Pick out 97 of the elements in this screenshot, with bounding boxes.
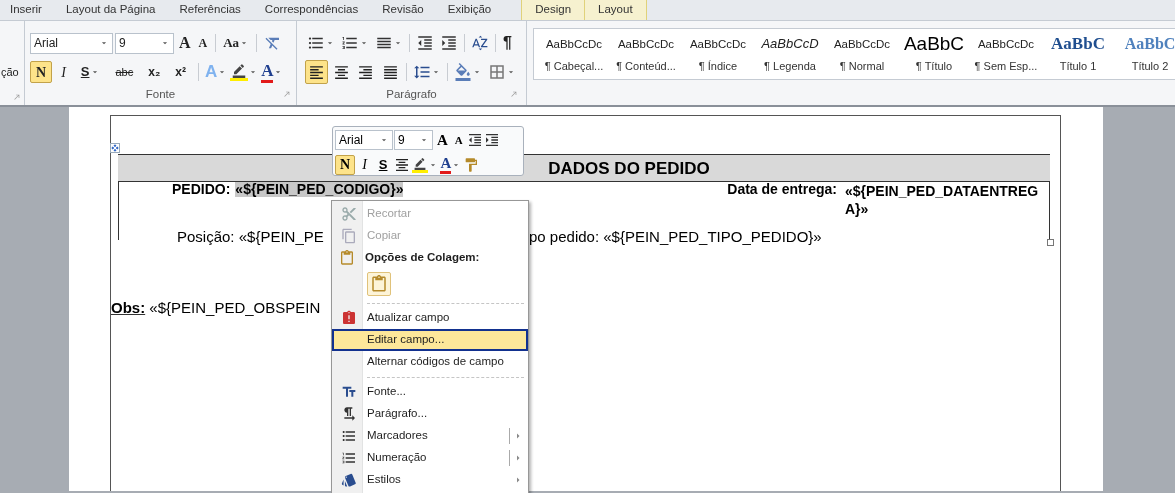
ribbon-tab[interactable]: Revisão [382,0,424,20]
clipboard-icon [370,275,388,293]
clipboard-icon [338,250,355,266]
font-color-button[interactable]: A [261,61,284,83]
merge-field: «${PEIN_PED_DATAENTREGA}» [845,182,1045,218]
style-item[interactable]: AaBbCcDc ¶ Conteúd... [610,29,682,79]
style-item[interactable]: AaBbCcD ¶ Legenda [754,29,826,79]
menu-item[interactable]: Editar campo... [332,329,528,351]
table-move-handle-icon[interactable] [110,143,120,153]
style-item[interactable]: AaBbCcDc ¶ Sem Esp... [970,29,1042,79]
style-item[interactable]: AaBbC Título 1 [1042,29,1114,79]
group-label: Parágrafo [386,86,437,102]
grow-font-button[interactable]: A [176,31,194,55]
change-case-button[interactable]: Aa [221,33,252,53]
italic-button[interactable]: I [357,154,372,175]
font-name-field[interactable]: Arial [30,32,113,54]
style-item[interactable]: AaBbC ¶ Título [898,29,970,79]
align-right-icon [357,63,375,81]
field-text: po pedido: «${PEIN_PED_TIPO_PEDIDO}» [529,227,822,247]
menu-label: Atualizar campo [367,311,450,324]
style-item[interactable]: AaBbC Título 2 [1114,29,1175,79]
grow-font-button[interactable]: A [434,129,451,152]
font-size-field[interactable]: 9 [394,130,433,151]
style-item[interactable]: AaBbCcDc ¶ Normal [826,29,898,79]
ribbon-tab[interactable]: Design [521,0,586,20]
scissors-icon [340,206,357,222]
menu-label: Fonte... [367,385,406,398]
group-label: Fonte [145,86,176,102]
menu-label: Editar campo... [367,333,445,346]
align-left-button[interactable] [305,60,328,84]
menu-label: Alternar códigos de campo [367,355,504,368]
numbered-list-icon [341,34,359,52]
paint-bucket-icon [454,63,472,81]
menu-label: Numeração [367,451,427,464]
highlighter-icon [230,63,249,81]
align-center-icon [332,63,350,81]
bold-button[interactable]: N [30,61,53,83]
shrink-font-button[interactable]: A [451,132,466,149]
font-name-field[interactable]: Arial [335,130,393,151]
style-item[interactable]: AaBbCcDc ¶ Cabeçal... [538,29,610,79]
copy-icon [340,228,357,244]
menu-item[interactable]: Numeração [332,447,528,469]
field-label: Data de entrega: [727,182,837,197]
ribbon-tab[interactable]: Referências [179,0,241,20]
menu-label: Copiar [367,229,401,242]
menu-item[interactable]: Atualizar campo [332,307,528,329]
show-marks-button[interactable]: ¶ [500,31,515,55]
ribbon-tab[interactable]: Correspondências [264,0,359,20]
style-icon [340,472,357,488]
menu-item[interactable]: Alternar códigos de campo [332,351,528,373]
menu-label: Marcadores [367,429,428,442]
button-label: ção [1,64,20,80]
ribbon-tab[interactable]: Layout da Página [65,0,156,20]
increase-indent-icon[interactable] [483,132,500,149]
font-size-field[interactable]: 9 [115,32,174,54]
borders-icon [488,63,506,81]
shrink-font-button[interactable]: A [195,34,211,52]
menu-label: Parágrafo... [367,407,428,420]
sort-icon [471,34,489,52]
sup-button[interactable]: x² [169,61,192,83]
underline-button[interactable]: S [373,154,393,175]
table-resize-handle[interactable] [1047,239,1054,246]
field-label: Obs: [111,298,146,318]
style-item[interactable]: AaBbCcDc ¶ Índice [682,29,754,79]
text-icon [340,384,357,400]
font-color-button[interactable]: A [440,155,462,174]
bullet-list-icon [340,428,357,444]
menu-label: Estilos [367,473,401,486]
align-left-icon [307,63,325,81]
bold-button[interactable]: N [335,154,356,175]
align-justify-icon [382,63,400,81]
field-text: «${PEIN_PED_OBSPEIN [148,298,321,318]
menu-heading: Opções de Colagem: [365,251,480,264]
italic-button[interactable]: I [55,61,72,83]
align-center-icon[interactable] [394,156,411,173]
menu-item[interactable]: Estilos [332,469,528,491]
field-label: PEDIDO: [172,182,231,197]
ribbon-tab[interactable]: Exibição [447,0,492,20]
ribbon-tab[interactable]: Layout [585,0,647,20]
decrease-indent-icon [416,34,434,52]
decrease-indent-icon[interactable] [466,132,483,149]
highlighter-icon [412,156,429,173]
merge-field: «${PEIN_PED_CODIGO}» [235,182,404,197]
document-alert-icon [340,310,357,326]
menu-item[interactable]: Parágrafo... [332,403,528,425]
line-spacing-icon [413,63,432,81]
numbered-list-icon [340,450,357,466]
strike-button[interactable]: abc [109,61,140,83]
ribbon-tab[interactable]: Inserir [10,0,42,20]
sub-button[interactable]: x₂ [142,61,167,83]
menu-label: Recortar [367,207,412,220]
increase-indent-icon [440,34,458,52]
menu-item[interactable]: Marcadores [332,425,528,447]
menu-item[interactable]: Fonte... [332,381,528,403]
paste-option-button[interactable] [367,272,391,296]
underline-button[interactable]: S [74,61,107,83]
field-text: Posição: «${PEIN_PE [177,228,324,245]
